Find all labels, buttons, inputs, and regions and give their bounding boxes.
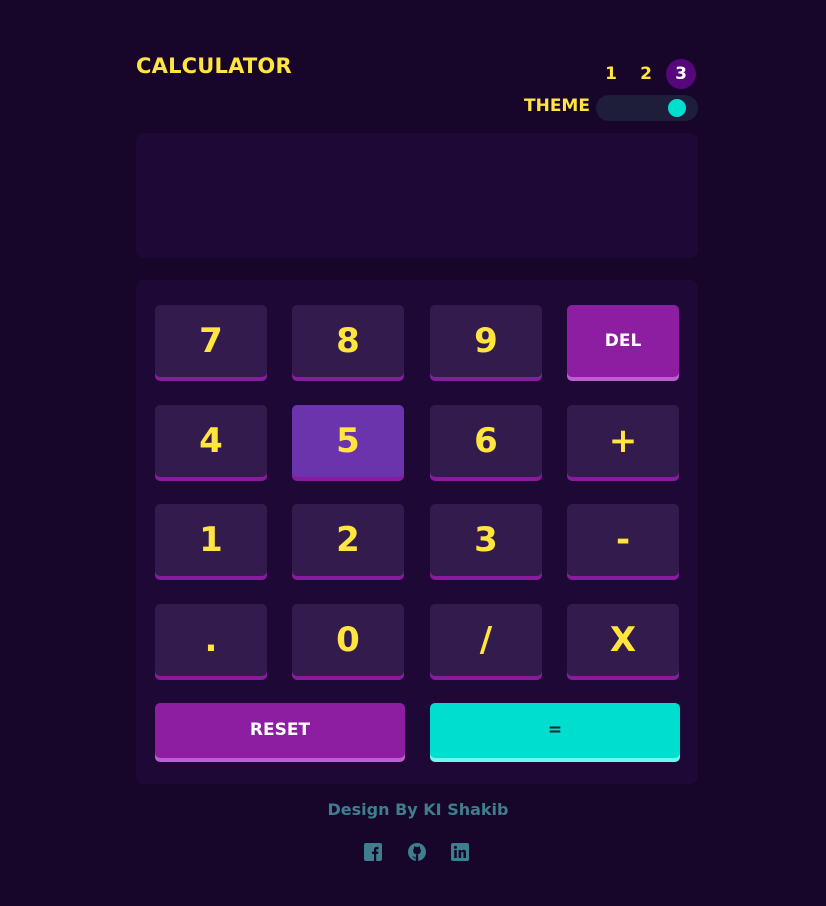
key-divide[interactable]: /	[430, 604, 542, 676]
key-2[interactable]: 2	[292, 504, 404, 576]
theme-label: THEME	[524, 96, 590, 116]
key-minus[interactable]: -	[567, 504, 679, 576]
key-multiply[interactable]: X	[567, 604, 679, 676]
footer-credit: Design By KI Shakib	[327, 800, 509, 819]
key-3[interactable]: 3	[430, 504, 542, 576]
toggle-knob[interactable]	[668, 99, 686, 117]
key-7[interactable]: 7	[155, 305, 267, 377]
app-title: CALCULATOR	[136, 54, 292, 78]
key-4[interactable]: 4	[155, 405, 267, 477]
keypad: 7 8 9 DEL 4 5 6 + 1 2 3 - . 0 / X RESET …	[136, 280, 698, 784]
calculator-display	[136, 133, 698, 258]
key-plus[interactable]: +	[567, 405, 679, 477]
reset-button[interactable]: RESET	[155, 703, 405, 758]
delete-button[interactable]: DEL	[567, 305, 679, 377]
key-9[interactable]: 9	[430, 305, 542, 377]
key-8[interactable]: 8	[292, 305, 404, 377]
github-icon[interactable]	[407, 842, 427, 862]
key-6[interactable]: 6	[430, 405, 542, 477]
calculator-app: CALCULATOR 1 2 3 THEME 7 8 9 DEL 4 5 6 +…	[0, 0, 826, 906]
theme-option-3[interactable]: 3	[666, 59, 696, 89]
theme-toggle[interactable]	[596, 95, 698, 121]
theme-option-2[interactable]: 2	[631, 59, 661, 89]
key-1[interactable]: 1	[155, 504, 267, 576]
facebook-icon[interactable]	[363, 842, 383, 862]
social-links	[363, 842, 473, 862]
key-0[interactable]: 0	[292, 604, 404, 676]
equals-button[interactable]: =	[430, 703, 680, 758]
theme-selector: 1 2 3	[596, 59, 698, 89]
linkedin-icon[interactable]	[450, 842, 470, 862]
theme-option-1[interactable]: 1	[596, 59, 626, 89]
key-decimal[interactable]: .	[155, 604, 267, 676]
key-5[interactable]: 5	[292, 405, 404, 477]
